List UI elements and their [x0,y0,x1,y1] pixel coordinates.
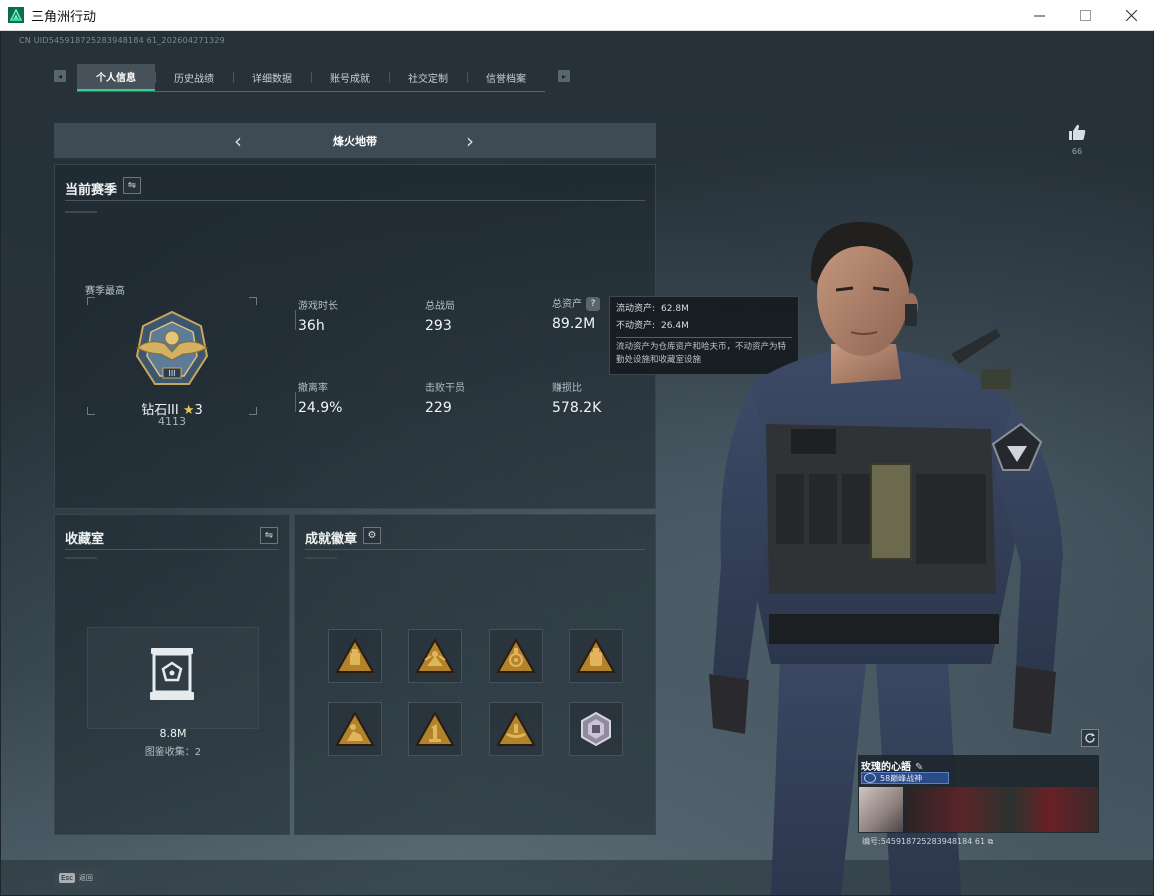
badge-icon [864,773,876,783]
uid-text: CN UID545918725283948184 61_202604271329 [19,36,225,45]
season-switch-button[interactable]: ⇋ [123,177,141,194]
mode-label: 烽火地带 [333,134,377,148]
back-button[interactable]: Esc 返回 [55,868,103,888]
collection-count: 图鉴收集：2 [144,747,202,758]
esc-key: Esc [59,873,75,883]
tab-reputation[interactable]: 信誉档案 [467,64,545,91]
mode-prev-button[interactable]: ‹ [230,131,246,151]
svg-text:III: III [168,369,175,378]
game-viewport: CN UID545918725283948184 61_202604271329… [1,31,1153,895]
rank-badge-icon: III [129,308,215,394]
divider [305,557,337,559]
tab-personal-info[interactable]: 个人信息 [77,64,155,91]
collection-value: 8.8M [159,727,187,740]
stat-extraction-rate: 撤离率 24.9% [295,379,342,416]
achievement-medal[interactable] [408,629,462,683]
achievement-medal[interactable] [489,702,543,756]
achievement-medal[interactable] [569,702,623,756]
achievements-title: 成就徽章 [305,532,358,547]
achievement-medal[interactable] [408,702,462,756]
achievement-medal[interactable] [489,629,543,683]
copy-icon[interactable]: ⧉ [988,837,994,846]
window-title: 三角洲行动 [31,9,97,25]
mode-next-button[interactable]: › [462,131,478,151]
achievement-medal[interactable] [328,629,382,683]
season-title: 当前赛季 [65,183,118,198]
title-badge: 58巅峰战神 [861,772,949,784]
help-icon[interactable]: ? [586,297,600,311]
mode-selector: ‹ 烽火地带 › [54,123,656,158]
stat-total-matches: 总战局 293 [425,301,455,334]
divider [305,549,645,550]
divider [65,200,645,201]
tab-next-button[interactable]: ▸ [558,70,570,82]
stat-total-assets: 总资产? 89.2M [552,295,600,332]
tab-history[interactable]: 历史战绩 [155,64,233,91]
maximize-icon[interactable] [1062,0,1108,31]
stat-playtime: 游戏时长 36h [295,297,338,334]
refresh-icon[interactable] [1081,729,1099,747]
collection-title: 收藏室 [65,532,105,547]
rank-score: 4113 [158,415,186,428]
tab-bar: 个人信息 历史战绩 详细数据 账号成就 社交定制 信誉档案 [77,64,545,92]
app-logo-icon [8,7,24,23]
card-artwork [905,787,1098,832]
tab-achievements[interactable]: 账号成就 [311,64,389,91]
tab-detailed-data[interactable]: 详细数据 [233,64,311,91]
card-uid: 编号:545918725283948184 61 ⧉ [862,837,994,846]
divider [65,557,97,559]
tab-prev-button[interactable]: ◂ [54,70,66,82]
collection-switch-button[interactable]: ⇋ [260,527,278,544]
stat-profit-ratio: 赚损比 578.2K [552,383,602,416]
achievement-medal[interactable] [569,629,623,683]
tab-social[interactable]: 社交定制 [389,64,467,91]
stat-kills: 击败干员 229 [425,383,465,416]
minimize-icon[interactable] [1016,0,1062,31]
achievement-medal[interactable] [328,702,382,756]
back-label: 返回 [78,874,93,882]
divider [65,211,97,213]
display-case-icon [147,647,197,701]
name-card[interactable]: 玫瑰的心語 ✎ 58巅峰战神 [858,755,1099,833]
avatar [859,787,903,832]
window-titlebar: 三角洲行动 [0,0,1154,31]
card-name: 玫瑰的心語 ✎ [861,762,924,773]
thumbs-up-icon[interactable] [1067,122,1087,142]
achievements-settings-button[interactable]: ⚙ [363,527,381,544]
divider [65,549,279,550]
close-icon[interactable] [1108,0,1154,31]
like-count: 66 [1071,147,1083,156]
rank-caption: 赛季最高 [85,286,125,297]
